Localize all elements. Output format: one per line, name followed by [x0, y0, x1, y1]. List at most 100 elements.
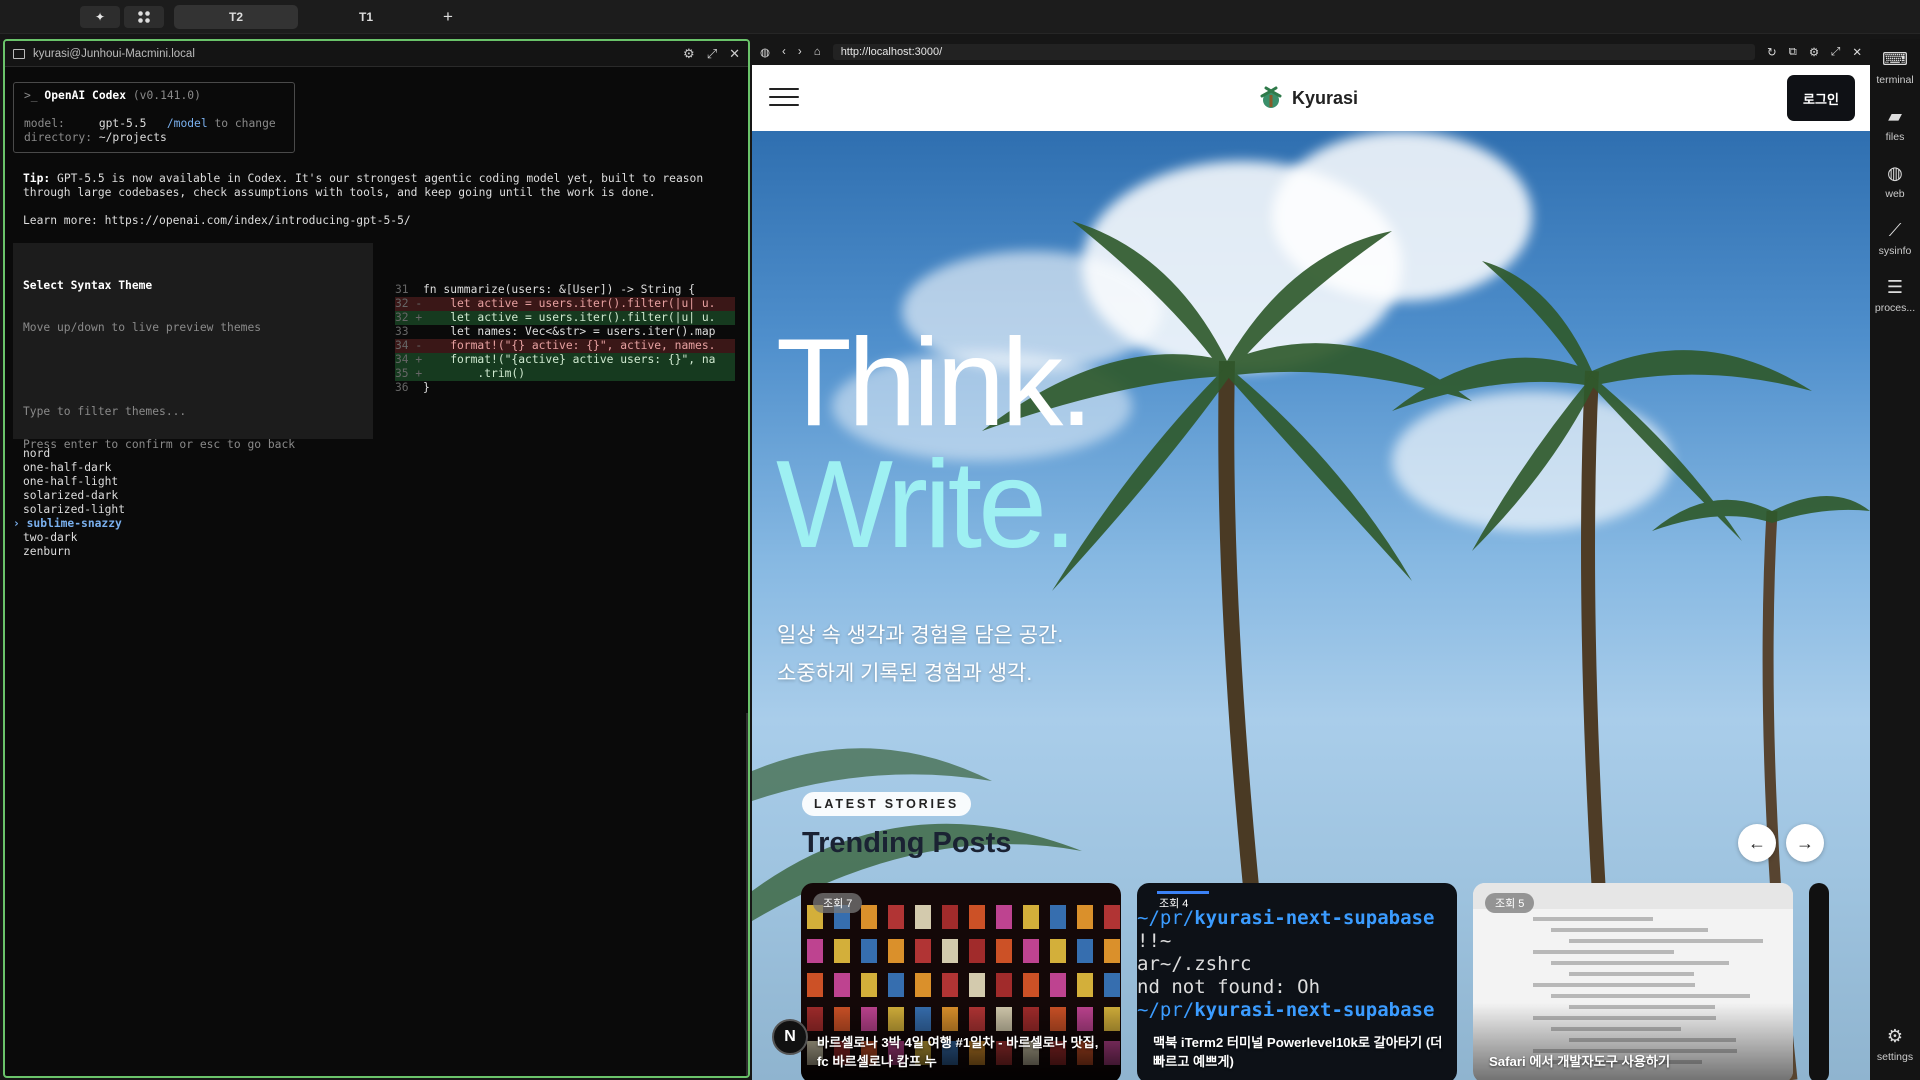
theme-picker[interactable]: Select Syntax Theme Move up/down to live… [13, 243, 373, 558]
theme-option[interactable]: two-dark [23, 531, 363, 545]
theme-filter-input[interactable]: Type to filter themes... [23, 405, 363, 419]
forward-icon[interactable]: › [798, 46, 802, 58]
jersey-shape [1050, 939, 1066, 963]
grid-layout-icon[interactable] [124, 6, 164, 28]
jersey-shape [969, 905, 985, 929]
jersey-shape [1104, 939, 1120, 963]
terminal-scrollbar[interactable] [746, 713, 748, 1076]
post-card[interactable]: ~/pr/kyurasi-next-supabase !!~ ar~/.zshrc n… [1137, 883, 1457, 1080]
line-number: 31 [395, 283, 423, 296]
jersey-shape [996, 905, 1012, 929]
rail-item-sysinfo[interactable]: ⟋ sysinfo [1870, 220, 1920, 257]
code-text: format!("{} active: {}", active, names. [423, 339, 716, 352]
url-input[interactable]: http://localhost:3000/ [832, 44, 1755, 60]
code-text: format!("{active} active users: {}", na [423, 353, 716, 366]
login-button[interactable]: 로그인 [1787, 75, 1855, 121]
top-bar: ✦ T2 T1 + [0, 0, 1920, 34]
globe-icon: ◍ [1887, 163, 1903, 183]
tip-text-line1: GPT-5.5 is now available in Codex. It's … [57, 172, 704, 185]
jersey-shape [1077, 939, 1093, 963]
rail-item-web[interactable]: ◍ web [1870, 163, 1920, 200]
post-card[interactable]: 조회 7 바르셀로나 3박 4일 여행 #1일차 - 바르셀로나 맛집, fc … [801, 883, 1121, 1080]
post-card-title: Safari 에서 개발자도구 사용하기 [1489, 1054, 1671, 1069]
theme-option[interactable]: solarized-dark [23, 489, 363, 503]
carousel-prev-button[interactable]: ← [1738, 824, 1776, 862]
jersey-shape [1050, 973, 1066, 997]
maximize-icon[interactable]: ⤢ [1831, 46, 1840, 59]
view-count-badge: 조회 7 [813, 893, 863, 913]
rail-item-terminal[interactable]: ⌨ terminal [1870, 49, 1920, 86]
rail-label: terminal [1876, 74, 1914, 86]
diff-line: 35 + .trim() [395, 367, 735, 381]
code-text: let active = users.iter().filter(|u| u. [423, 311, 716, 324]
jersey-shape [1050, 905, 1066, 929]
post-card[interactable]: 조회 5 Safari 에서 개발자도구 사용하기 [1473, 883, 1793, 1080]
model-value: gpt-5.5 [98, 117, 147, 130]
hero-subtitle-1: 일상 속 생각과 경험을 담은 공간. [777, 624, 1064, 647]
add-tab-button[interactable]: + [434, 5, 462, 29]
gear-icon[interactable]: ⚙ [683, 46, 695, 62]
new-session-icon[interactable]: ✦ [80, 6, 120, 28]
latest-stories-badge: LATEST STORIES [802, 792, 971, 816]
selected-marker: › [13, 517, 27, 530]
jersey-shape [888, 973, 904, 997]
gear-icon[interactable]: ⚙ [1809, 45, 1819, 59]
model-hint: to change [214, 117, 276, 130]
jersey-shape [1023, 905, 1039, 929]
rail-label: proces... [1874, 302, 1916, 314]
jersey-shape [1077, 973, 1093, 997]
trending-posts-title: Trending Posts [802, 827, 1012, 859]
terminal-title: kyurasi@Junhoui-Macmini.local [33, 47, 195, 60]
tab-t2[interactable]: T2 [174, 5, 298, 29]
tab-t1[interactable]: T1 [304, 5, 428, 29]
external-link-icon[interactable]: ⧉ [1789, 46, 1797, 59]
theme-option[interactable]: one-half-dark [23, 461, 363, 475]
terminal-icon: ⌨ [1882, 49, 1908, 69]
hero-section: Think. Write. 일상 속 생각과 경험을 담은 공간. 소중하게 기… [752, 131, 1870, 1080]
jersey-shape [1023, 973, 1039, 997]
theme-option[interactable]: › sublime-snazzy [13, 517, 363, 531]
browser-toolbar: ◍ ‹ › ⌂ http://localhost:3000/ ↻ ⧉ ⚙ ⤢ ✕ [752, 39, 1870, 65]
close-icon[interactable]: ✕ [1852, 45, 1862, 59]
code-text: .trim() [423, 367, 526, 380]
close-icon[interactable]: ✕ [729, 46, 740, 62]
maximize-icon[interactable]: ⤢ [707, 46, 717, 62]
carousel-next-button[interactable]: → [1786, 824, 1824, 862]
tip-label: Tip: [23, 172, 51, 185]
hamburger-menu-icon[interactable] [769, 88, 799, 106]
side-rail: ⌨ terminal ▰ files ◍ web ⟋ sysinfo ☰ proces..… [1870, 39, 1920, 1080]
terminal-screenshot-image: ~/pr/kyurasi-next-supabase !!~ ar~/.zshrc n… [1137, 907, 1434, 1022]
site-logo[interactable]: Kyurasi [1258, 85, 1358, 111]
theme-option[interactable]: solarized-light [23, 503, 363, 517]
reload-icon[interactable]: ↻ [1767, 45, 1777, 59]
terminal-image-line: ar~/.zshrc [1137, 953, 1252, 975]
home-icon[interactable]: ⌂ [814, 46, 821, 58]
theme-option[interactable]: one-half-light [23, 475, 363, 489]
diff-line: 34 + format!("{active} active users: {}"… [395, 353, 735, 367]
post-card-partial[interactable] [1809, 883, 1829, 1080]
jersey-shape [915, 905, 931, 929]
back-icon[interactable]: ‹ [782, 46, 786, 58]
terminal-pane[interactable]: kyurasi@Junhoui-Macmini.local ⚙ ⤢ ✕ >_ O… [3, 39, 750, 1078]
theme-option[interactable]: zenburn [23, 545, 363, 559]
rail-item-files[interactable]: ▰ files [1870, 106, 1920, 143]
line-number: 36 [395, 381, 423, 394]
settings-row-shape [1551, 961, 1729, 965]
model-label: model: [24, 117, 65, 130]
rail-item-processes[interactable]: ☰ proces... [1870, 277, 1920, 314]
prompt-glyph: >_ [24, 89, 38, 102]
learn-more-link[interactable]: Learn more: https://openai.com/index/int… [23, 214, 743, 228]
globe-icon: ◍ [760, 47, 771, 59]
jersey-shape [1104, 905, 1120, 929]
settings-row-shape [1533, 917, 1653, 921]
jersey-shape [1023, 939, 1039, 963]
jersey-shape [942, 939, 958, 963]
rail-item-settings[interactable]: ⚙ settings [1870, 1026, 1920, 1063]
model-command: /model [166, 117, 208, 130]
browser-pane[interactable]: ◍ ‹ › ⌂ http://localhost:3000/ ↻ ⧉ ⚙ ⤢ ✕… [752, 39, 1870, 1080]
jersey-shape [807, 973, 823, 997]
gear-icon: ⚙ [1886, 1026, 1904, 1046]
next-devtools-badge[interactable]: N [772, 1019, 808, 1055]
line-number: 33 [395, 325, 423, 338]
jersey-shape [861, 905, 877, 929]
